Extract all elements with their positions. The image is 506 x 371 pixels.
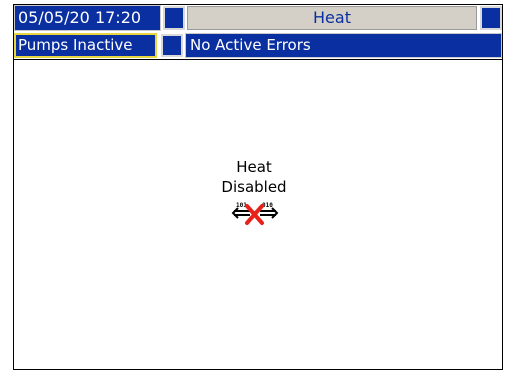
display-screen: 05/05/20 17:20 Heat Pumps Inactive No Ac… (13, 4, 503, 370)
pump-status-field[interactable]: Pumps Inactive (14, 33, 157, 58)
heat-status-message: Heat Disabled (184, 157, 324, 197)
error-status-field: No Active Errors (185, 33, 502, 58)
pump-status-text: Pumps Inactive (18, 36, 133, 54)
datetime-display: 05/05/20 17:20 (14, 5, 161, 31)
screen-title[interactable]: Heat (187, 6, 477, 30)
header-divider (14, 59, 502, 60)
nav-square-left[interactable] (163, 6, 185, 30)
nav-square-right[interactable] (480, 6, 502, 30)
status-square[interactable] (161, 34, 183, 57)
heat-status-line1: Heat (236, 158, 272, 176)
heat-disabled-icon: 101 010 (231, 202, 279, 225)
error-status-text: No Active Errors (190, 36, 311, 54)
datetime-text: 05/05/20 17:20 (18, 8, 142, 27)
heat-status-line2: Disabled (221, 178, 287, 196)
screen-title-text: Heat (313, 8, 351, 27)
